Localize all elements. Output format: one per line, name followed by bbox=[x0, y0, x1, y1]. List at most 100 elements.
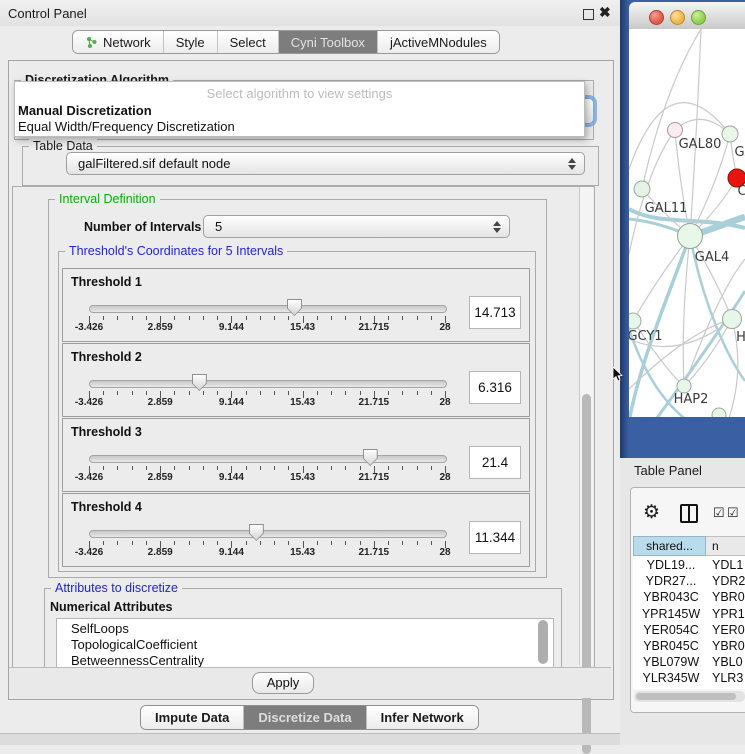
tab-discretize-data[interactable]: Discretize Data bbox=[244, 706, 366, 729]
table-row[interactable]: YIL052CYIL0 bbox=[633, 687, 745, 689]
tick-label: 9.144 bbox=[219, 547, 244, 558]
control-panel-window: Control Panel ✖ NetworkStyleSelectCyni T… bbox=[0, 0, 620, 745]
table-row[interactable]: YBR045CYBR0 bbox=[633, 638, 745, 654]
threshold-value-field[interactable]: 11.344 bbox=[469, 521, 521, 554]
node-gal11[interactable] bbox=[634, 181, 650, 197]
node-pink[interactable] bbox=[668, 123, 683, 138]
node-attribute-table: shared... n YDL19...YDL1YDR27...YDR2YBR0… bbox=[633, 536, 745, 689]
minor-tick bbox=[345, 316, 346, 320]
network-edge[interactable] bbox=[642, 29, 701, 189]
minor-tick bbox=[203, 541, 204, 545]
split-columns-icon[interactable] bbox=[680, 504, 698, 523]
number-of-intervals-combobox[interactable]: 5 bbox=[203, 215, 510, 238]
horizontal-scrollbar[interactable] bbox=[634, 691, 745, 702]
minor-tick bbox=[331, 391, 332, 395]
attribute-item-topologicalcoefficient[interactable]: TopologicalCoefficient bbox=[71, 637, 197, 652]
slider-thumb[interactable] bbox=[287, 299, 302, 316]
checkbox-checked-icon[interactable]: ☑ bbox=[727, 505, 739, 521]
tab-style[interactable]: Style bbox=[164, 31, 218, 53]
cell-name: YIL0 bbox=[712, 688, 738, 689]
minor-tick bbox=[288, 316, 289, 320]
table-data-selected-value: galFiltered.sif default node bbox=[78, 156, 230, 171]
table-row[interactable]: YDL19...YDL1 bbox=[633, 557, 745, 573]
minor-tick bbox=[317, 391, 318, 395]
minor-tick bbox=[246, 466, 247, 470]
slider-track[interactable] bbox=[89, 305, 447, 313]
table-row[interactable]: YLR345WYLR3 bbox=[633, 670, 745, 686]
tab-cyni-toolbox[interactable]: Cyni Toolbox bbox=[279, 31, 378, 53]
slider-thumb[interactable] bbox=[249, 524, 264, 541]
column-header-shared-name[interactable]: shared... bbox=[633, 536, 706, 556]
tick-label: 15.43 bbox=[290, 547, 315, 558]
float-window-icon[interactable] bbox=[583, 9, 594, 20]
table-row[interactable]: YBL079WYBL0 bbox=[633, 654, 745, 670]
minor-tick bbox=[317, 541, 318, 545]
network-edge[interactable] bbox=[683, 236, 690, 386]
zoom-traffic-light-icon[interactable] bbox=[691, 10, 706, 25]
table-row[interactable]: YER054CYER0 bbox=[633, 622, 745, 638]
minor-tick bbox=[431, 466, 432, 470]
tab-infer-network[interactable]: Infer Network bbox=[367, 706, 478, 729]
slider-track[interactable] bbox=[89, 455, 447, 463]
tab-label: jActiveMNodules bbox=[390, 35, 487, 50]
node-h[interactable] bbox=[723, 310, 742, 329]
network-edge[interactable] bbox=[690, 29, 701, 236]
apply-button[interactable]: Apply bbox=[252, 672, 314, 694]
threshold-label: Threshold 1 bbox=[71, 275, 142, 289]
attributes-list-scrollbar-thumb[interactable] bbox=[538, 620, 548, 664]
slider-track[interactable] bbox=[89, 530, 447, 538]
attribute-item-selfloops[interactable]: SelfLoops bbox=[71, 621, 129, 636]
table-row[interactable]: YBR043CYBR0 bbox=[633, 589, 745, 605]
group-label-thresholds: Threshold's Coordinates for 5 Intervals bbox=[65, 244, 287, 258]
minor-tick bbox=[260, 466, 261, 470]
threshold-value-field[interactable]: 14.713 bbox=[469, 296, 521, 329]
vertical-scrollbar[interactable] bbox=[579, 187, 593, 665]
column-header-name[interactable]: n bbox=[706, 536, 745, 556]
minor-tick bbox=[388, 466, 389, 470]
node-bottom[interactable] bbox=[712, 408, 726, 417]
minor-tick bbox=[317, 316, 318, 320]
threshold-value-field[interactable]: 6.316 bbox=[469, 371, 521, 404]
slider-thumb[interactable] bbox=[192, 374, 207, 391]
tab-impute-data[interactable]: Impute Data bbox=[141, 706, 244, 729]
mouse-cursor bbox=[612, 366, 624, 382]
checkbox-checked-icon[interactable]: ☑ bbox=[713, 505, 725, 521]
minor-tick bbox=[402, 466, 403, 470]
close-traffic-light-icon[interactable] bbox=[649, 10, 664, 25]
tab-select[interactable]: Select bbox=[218, 31, 279, 53]
node-top-right[interactable] bbox=[722, 126, 738, 142]
minor-tick bbox=[217, 316, 218, 320]
slider-track[interactable] bbox=[89, 380, 447, 388]
table-data-combobox[interactable]: galFiltered.sif default node bbox=[66, 152, 585, 175]
tick-label: 9.144 bbox=[219, 472, 244, 483]
threshold-value-field[interactable]: 21.4 bbox=[469, 446, 521, 479]
table-row[interactable]: YPR145WYPR1 bbox=[633, 606, 745, 622]
minor-tick bbox=[103, 541, 104, 545]
node-gal4[interactable] bbox=[678, 224, 703, 249]
tab-jactivemnodules[interactable]: jActiveMNodules bbox=[378, 31, 499, 53]
table-row[interactable]: YDR27...YDR2 bbox=[633, 573, 745, 589]
minimize-traffic-light-icon[interactable] bbox=[670, 10, 685, 25]
node-gcy1[interactable] bbox=[629, 313, 641, 329]
minor-tick bbox=[132, 541, 133, 545]
algorithm-option-manual[interactable]: Manual Discretization bbox=[18, 103, 152, 118]
gear-icon[interactable]: ⚙ bbox=[643, 501, 660, 524]
network-canvas[interactable]: GAL80GACGAL11GAL4GCY1HHAP2 bbox=[629, 29, 745, 417]
node-hap2[interactable] bbox=[677, 379, 691, 393]
desktop-strip bbox=[0, 734, 620, 745]
numerical-attributes-list[interactable]: SelfLoopsTopologicalCoefficientBetweenne… bbox=[56, 618, 554, 668]
node-label-ga: GA bbox=[735, 145, 745, 160]
attribute-item-betweennesscentrality[interactable]: BetweennessCentrality bbox=[71, 653, 204, 668]
network-window-titlebar[interactable] bbox=[629, 2, 745, 30]
algorithm-option-equal-width[interactable]: Equal Width/Frequency Discretization bbox=[18, 119, 235, 134]
network-edge[interactable] bbox=[675, 119, 730, 134]
tab-network[interactable]: Network bbox=[73, 31, 164, 53]
cell-name: YBL0 bbox=[712, 655, 743, 669]
horizontal-scrollbar-thumb[interactable] bbox=[636, 693, 736, 700]
cell-shared-name: YPR145W bbox=[639, 607, 703, 621]
slider-thumb[interactable] bbox=[363, 449, 378, 466]
network-edge[interactable] bbox=[690, 236, 732, 319]
minor-tick bbox=[189, 316, 190, 320]
vertical-scrollbar-thumb[interactable] bbox=[582, 394, 591, 754]
close-icon[interactable]: ✖ bbox=[599, 4, 611, 21]
